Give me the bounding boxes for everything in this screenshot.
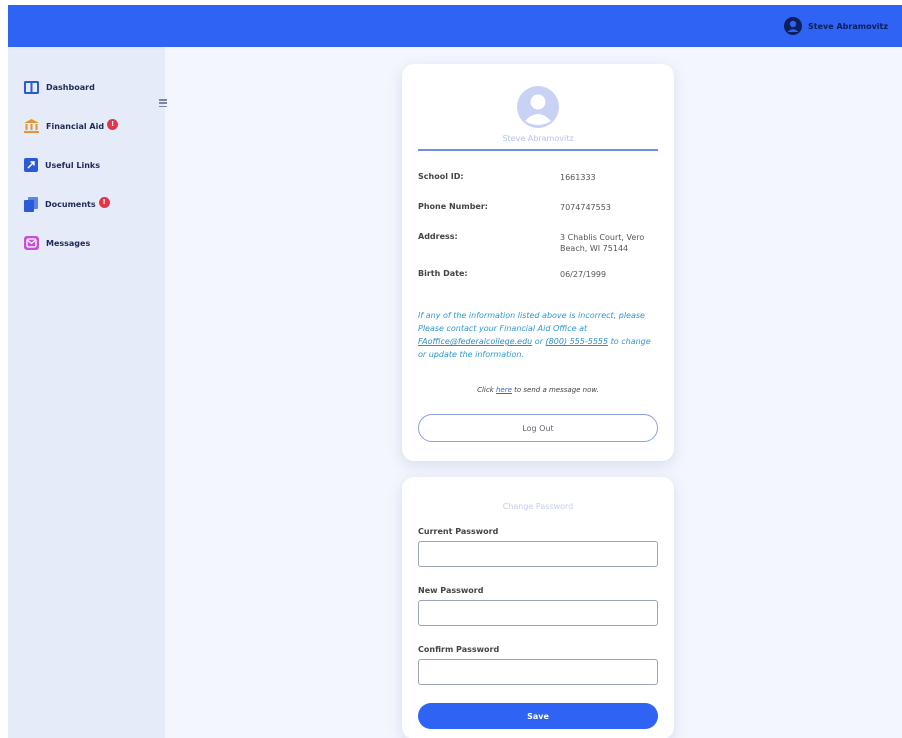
sidebar-item-label: Useful Links: [45, 160, 101, 170]
current-password-input[interactable]: [418, 541, 658, 567]
change-password-title: Change Password: [502, 502, 574, 511]
notice-text: If any of the information listed above i…: [418, 311, 645, 333]
profile-card: Steve Abramovitz School ID: 1661333 Phon…: [402, 64, 674, 461]
divider: [418, 149, 658, 151]
info-value: 1661333: [560, 173, 596, 182]
prompt-text: Click: [477, 386, 496, 394]
info-label: School ID:: [418, 172, 464, 181]
info-value: 3 Chablis Court, Vero Beach, WI 75144: [560, 233, 645, 253]
profile-avatar-icon: [517, 86, 559, 128]
menu-icon-line: [159, 105, 167, 107]
notification-badge: !: [98, 196, 110, 208]
app-frame: Steve Abramovitz Dashboard Financial Aid…: [8, 5, 902, 738]
office-email-link[interactable]: FAoffice@federalcollege.edu: [418, 337, 532, 346]
info-label: Birth Date:: [418, 269, 468, 278]
change-password-card: Change Password Current Password New Pas…: [402, 477, 674, 738]
info-label: Phone Number:: [418, 202, 488, 211]
new-password-input[interactable]: [418, 600, 658, 626]
sidebar-item-financial-aid[interactable]: Financial Aid !: [24, 116, 119, 136]
current-password-label: Current Password: [418, 527, 499, 536]
documents-icon: [24, 196, 38, 212]
send-message-prompt: Click here to send a message now.: [402, 386, 674, 394]
prompt-text: to send a message now.: [511, 386, 599, 394]
sidebar-item-label: Financial Aid: [46, 121, 105, 131]
confirm-password-label: Confirm Password: [418, 645, 500, 654]
sidebar-item-useful-links[interactable]: Useful Links: [24, 155, 100, 175]
top-bar: Steve Abramovitz: [8, 5, 902, 47]
info-value: 06/27/1999: [560, 270, 607, 279]
logout-button[interactable]: Log Out: [418, 414, 658, 442]
sidebar-item-label: Documents: [45, 199, 96, 209]
info-label: Address:: [418, 232, 458, 241]
user-name: Steve Abramovitz: [808, 21, 888, 31]
profile-name: Steve Abramovitz: [502, 134, 574, 143]
info-value: 7074747553: [560, 203, 611, 212]
notice-text: or: [532, 337, 546, 346]
dashboard-icon: [24, 80, 39, 94]
user-avatar-icon: [784, 17, 803, 35]
office-phone-link[interactable]: (800) 555-5555: [546, 337, 609, 346]
new-password-label: New Password: [418, 586, 484, 595]
notification-badge: !: [107, 118, 119, 130]
sidebar: Dashboard Financial Aid ! Useful Links D…: [8, 47, 165, 738]
sidebar-item-label: Dashboard: [46, 82, 95, 92]
sidebar-collapse-button[interactable]: [158, 97, 168, 109]
save-button[interactable]: Save: [418, 703, 658, 729]
correction-notice: If any of the information listed above i…: [418, 309, 658, 361]
send-message-link[interactable]: here: [496, 386, 512, 394]
sidebar-item-messages[interactable]: Messages: [24, 233, 90, 253]
link-icon: [24, 158, 38, 172]
user-menu[interactable]: Steve Abramovitz: [784, 16, 888, 36]
confirm-password-input[interactable]: [418, 659, 658, 685]
menu-icon: [159, 99, 167, 101]
menu-icon-line: [159, 102, 167, 104]
bank-icon: [24, 119, 39, 133]
sidebar-item-dashboard[interactable]: Dashboard: [24, 77, 95, 97]
messages-icon: [24, 236, 39, 250]
sidebar-item-label: Messages: [46, 238, 91, 248]
sidebar-item-documents[interactable]: Documents !: [24, 194, 110, 214]
